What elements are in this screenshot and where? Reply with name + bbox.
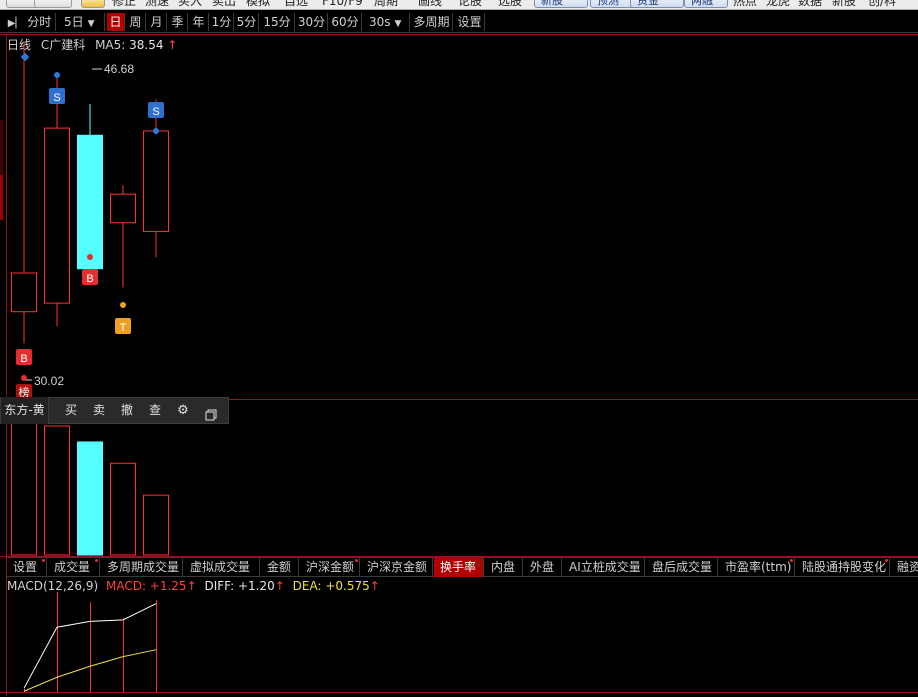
trade-toolbar: 东方-黄 买 卖 撤 查 ⚙ bbox=[0, 397, 229, 424]
indicator-tab-label: 成交量 bbox=[54, 560, 91, 574]
buy-marker-1[interactable]: B bbox=[16, 349, 32, 381]
dea-value: DEA: +0.575 bbox=[292, 579, 370, 593]
indicator-tab-pe-ttm[interactable]: 市盈率(ttm) bbox=[719, 558, 795, 577]
t-marker[interactable]: T bbox=[115, 302, 131, 334]
candle-body-3 bbox=[77, 134, 103, 270]
gear-icon[interactable]: ⚙ bbox=[169, 397, 197, 424]
volume-bar-4 bbox=[110, 462, 136, 556]
indicator-tab-virtual-volume[interactable]: 虚拟成交量 bbox=[184, 558, 260, 577]
volume-bar-2 bbox=[44, 425, 70, 556]
tab-dot-icon bbox=[95, 559, 98, 562]
tab-dot-icon bbox=[885, 559, 888, 562]
indicator-tab-multi-volume[interactable]: 多周期成交量 bbox=[101, 558, 183, 577]
indicator-tab-label: 沪深金额 bbox=[306, 560, 355, 574]
indicator-tab-label: 设置 bbox=[13, 560, 38, 574]
indicator-tab-hs-amount[interactable]: 沪深金额 bbox=[300, 558, 360, 577]
indicator-tab-northbound[interactable]: 陆股通持股变化 bbox=[796, 558, 890, 577]
t-marker-label: T bbox=[120, 322, 127, 334]
sell-button[interactable]: 卖 bbox=[85, 397, 113, 424]
indicator-tab-hsj-amount[interactable]: 沪深京金额 bbox=[361, 558, 433, 577]
candle-body-5 bbox=[143, 130, 169, 232]
volume-bar-1 bbox=[11, 421, 37, 556]
indicator-tab-margin[interactable]: 融资 bbox=[891, 558, 918, 577]
candle-body-2 bbox=[44, 127, 70, 304]
indicator-tab-outer[interactable]: 外盘 bbox=[524, 558, 562, 577]
sell-marker-1[interactable]: S bbox=[49, 72, 65, 104]
sell-marker-2[interactable]: S bbox=[148, 102, 164, 134]
macd-indicator-name[interactable]: MACD(12,26,9) bbox=[7, 579, 98, 593]
volume-bar-5 bbox=[143, 494, 169, 556]
window-restore-icon[interactable] bbox=[197, 397, 225, 424]
sell-marker-2-label: S bbox=[152, 106, 159, 118]
diff-up-arrow: ↑ bbox=[274, 579, 285, 593]
indicator-tab-after-hours[interactable]: 盘后成交量 bbox=[646, 558, 718, 577]
candle-body-1 bbox=[11, 272, 37, 313]
buy-marker-1-label: B bbox=[20, 353, 27, 365]
buy-marker-2-label: B bbox=[86, 273, 93, 285]
query-button[interactable]: 查 bbox=[141, 397, 169, 424]
macd-chart[interactable] bbox=[0, 591, 918, 693]
dea-up-arrow: ↑ bbox=[369, 579, 380, 593]
macd-info: MACD(12,26,9) MACD: +1.25↑ DIFF: +1.20↑ … bbox=[7, 579, 384, 593]
high-price-label: 46.68 bbox=[104, 62, 134, 76]
indicator-tabs: 设置 成交量 多周期成交量 虚拟成交量 金额 沪深金额 沪深京金额 换手率 内盘… bbox=[7, 557, 918, 577]
cancel-order-button[interactable]: 撤 bbox=[113, 397, 141, 424]
macd-up-arrow: ↑ bbox=[186, 579, 197, 593]
candle-body-4 bbox=[110, 193, 136, 224]
signal-diamond-icon bbox=[20, 52, 30, 62]
macd-value: MACD: +1.25 bbox=[105, 579, 187, 593]
indicator-tab-volume[interactable]: 成交量 bbox=[48, 558, 100, 577]
tab-dot-icon bbox=[42, 559, 45, 562]
sell-marker-1-label: S bbox=[53, 92, 60, 104]
candlestick-chart[interactable]: 46.68 30.02 B 榜 S B T S bbox=[0, 0, 918, 400]
buy-button[interactable]: 买 bbox=[57, 397, 85, 424]
low-price-label: 30.02 bbox=[34, 374, 64, 388]
tab-dot-icon bbox=[355, 559, 358, 562]
indicator-tab-turnover[interactable]: 换手率 bbox=[434, 558, 484, 577]
indicator-tab-label: 陆股通持股变化 bbox=[802, 560, 887, 574]
account-selector[interactable]: 东方-黄 bbox=[1, 397, 49, 424]
diff-value: DIFF: +1.20 bbox=[204, 579, 275, 593]
tab-dot-icon bbox=[790, 559, 793, 562]
indicator-tab-label: 市盈率(ttm) bbox=[725, 560, 792, 574]
indicator-tab-amount[interactable]: 金额 bbox=[261, 558, 299, 577]
indicator-tab-settings[interactable]: 设置 bbox=[7, 558, 47, 577]
volume-bar-3 bbox=[77, 441, 103, 556]
indicator-tab-ai-volume[interactable]: AI立桩成交量 bbox=[563, 558, 645, 577]
indicator-tab-inner[interactable]: 内盘 bbox=[485, 558, 523, 577]
